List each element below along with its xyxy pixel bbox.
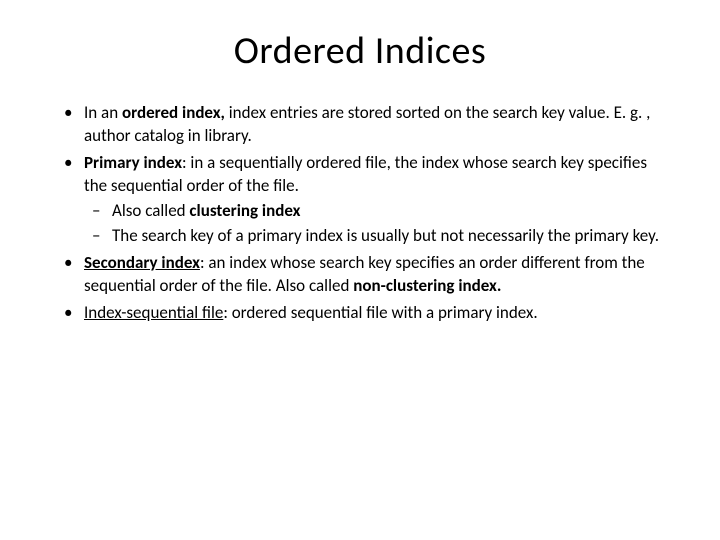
text: Also called bbox=[112, 200, 189, 221]
text: The search key of a primary index is usu… bbox=[112, 225, 659, 246]
bullet-list: In an ordered index, index entries are s… bbox=[58, 102, 662, 324]
list-item: Secondary index: an index whose search k… bbox=[58, 252, 662, 298]
sub-list: Also called clustering index The search … bbox=[84, 200, 662, 248]
text: : ordered sequential file with a primary… bbox=[223, 302, 537, 323]
slide-title: Ordered Indices bbox=[58, 28, 662, 74]
bold-text: non-clustering index bbox=[353, 275, 497, 296]
slide: Ordered Indices In an ordered index, ind… bbox=[0, 0, 720, 540]
bold-underline-text: Secondary index bbox=[84, 252, 200, 273]
list-item: In an ordered index, index entries are s… bbox=[58, 102, 662, 148]
text: . bbox=[497, 275, 502, 296]
list-item: Index-sequential file: ordered sequentia… bbox=[58, 302, 662, 325]
list-item: The search key of a primary index is usu… bbox=[84, 225, 662, 248]
text: In an bbox=[84, 102, 122, 123]
underline-text: Index-sequential file bbox=[84, 302, 223, 323]
bold-text: Primary index bbox=[84, 152, 182, 173]
list-item: Primary index: in a sequentially ordered… bbox=[58, 152, 662, 248]
list-item: Also called clustering index bbox=[84, 200, 662, 223]
bold-text: ordered index, bbox=[122, 102, 225, 123]
bold-text: clustering index bbox=[189, 200, 300, 221]
